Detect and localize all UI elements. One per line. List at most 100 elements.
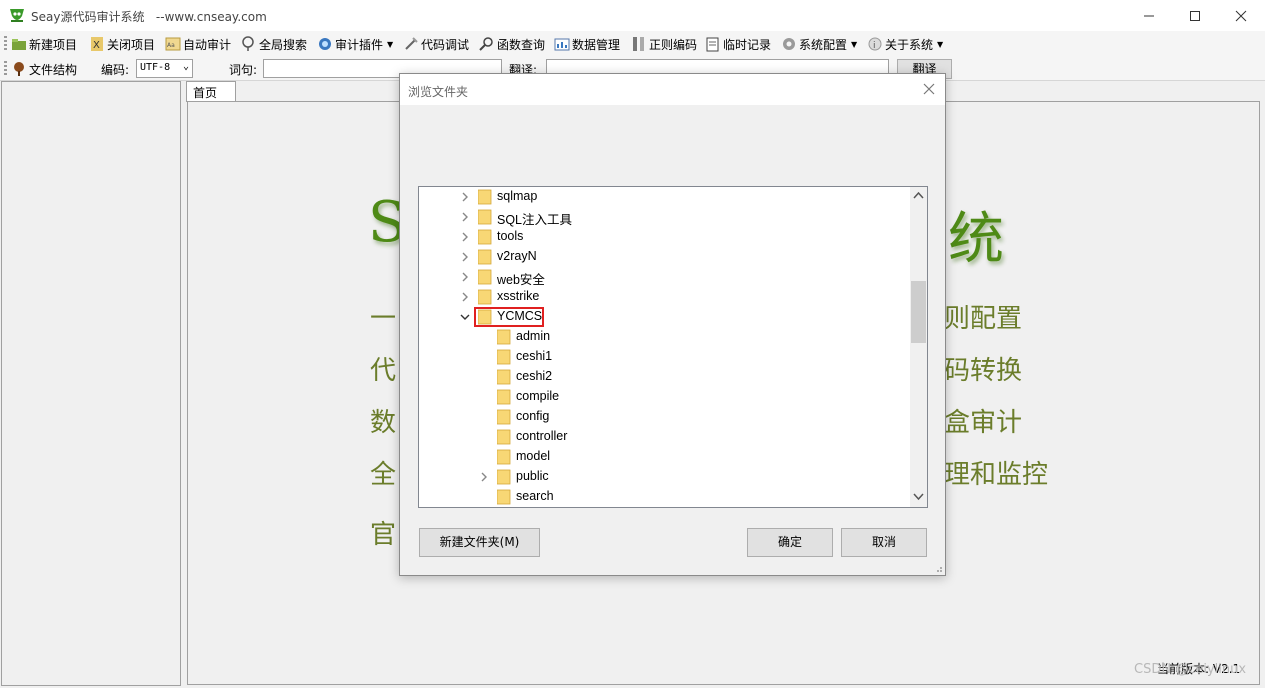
tree-item-label: admin: [516, 329, 551, 343]
cancel-button[interactable]: 取消: [841, 528, 927, 557]
minimize-button[interactable]: [1126, 0, 1172, 31]
folder-icon: [497, 349, 511, 365]
tree-item[interactable]: v2rayN: [419, 247, 911, 267]
tree-item[interactable]: SQL注入工具: [419, 207, 911, 227]
close-project-button[interactable]: X 关闭项目: [89, 34, 155, 54]
temp-record-button[interactable]: 临时记录: [705, 34, 771, 54]
watermark: CSDN @ceiylinux: [1134, 662, 1247, 677]
regex-encode-label: 正则编码: [649, 37, 698, 52]
feature-line-1-right: 则配置: [944, 304, 1023, 334]
title-right-fragment: 统: [948, 207, 1004, 272]
file-structure-label: 文件结构: [29, 62, 78, 77]
audit-plugins-label: 审计插件: [335, 37, 384, 52]
tree-item[interactable]: YCMCS: [419, 307, 911, 327]
scroll-down-icon[interactable]: [913, 493, 924, 501]
new-folder-button[interactable]: 新建文件夹(M): [419, 528, 540, 557]
folder-icon: [478, 289, 492, 305]
tree-item[interactable]: xsstrike: [419, 287, 911, 307]
tree-item-label: v2rayN: [497, 249, 537, 263]
gear-icon: [783, 38, 795, 50]
toolbar-grip[interactable]: [4, 36, 7, 52]
tree-item-label: config: [516, 409, 550, 423]
new-project-button[interactable]: 新建项目: [11, 34, 77, 54]
tree-item[interactable]: ceshi1: [419, 347, 911, 367]
tree-item-label: sqlmap: [497, 189, 538, 203]
tree-item[interactable]: web安全: [419, 267, 911, 287]
collapsed-chevron-icon[interactable]: [459, 191, 471, 203]
about-system-menu[interactable]: i 关于系统 ▼: [867, 34, 943, 54]
regex-encode-icon: [633, 37, 644, 51]
data-management-label: 数据管理: [572, 37, 621, 52]
folder-icon: [478, 269, 492, 285]
feature-line-3-left: 数: [370, 408, 397, 438]
folder-icon: [497, 409, 511, 425]
tree-item[interactable]: controller: [419, 427, 911, 447]
encoding-label: 编码:: [101, 63, 130, 77]
file-structure-panel[interactable]: [1, 81, 181, 686]
global-search-icon: [242, 36, 254, 51]
function-query-button[interactable]: 函数查询: [479, 34, 545, 54]
folder-icon: [497, 329, 511, 345]
feature-line-4-right: 理和监控: [944, 460, 1049, 490]
auto-audit-button[interactable]: Aa 自动审计: [165, 34, 231, 54]
tree-item-label: compile: [516, 389, 560, 403]
collapsed-chevron-icon[interactable]: [459, 271, 471, 283]
tree-item[interactable]: tools: [419, 227, 911, 247]
about-icon: i: [868, 37, 882, 51]
collapsed-chevron-icon[interactable]: [459, 251, 471, 263]
folder-icon: [497, 489, 511, 505]
file-structure-button[interactable]: 文件结构: [11, 59, 77, 79]
tree-item-label: public: [516, 469, 549, 483]
tab-home[interactable]: 首页: [186, 81, 236, 102]
collapsed-chevron-icon[interactable]: [478, 471, 490, 483]
tree-item-label: SQL注入工具: [497, 213, 573, 227]
collapsed-chevron-icon[interactable]: [459, 211, 471, 223]
toolbar-grip[interactable]: [4, 61, 7, 77]
regex-encode-button[interactable]: 正则编码: [631, 34, 697, 54]
feature-line-2-left: 代: [370, 356, 397, 386]
tree-item-label: web安全: [497, 273, 545, 287]
tree-item[interactable]: sqlmap: [419, 187, 911, 207]
window-titlebar: Seay源代码审计系统 --www.cnseay.com: [0, 0, 1265, 31]
folder-tree[interactable]: sqlmap SQL注入工具 tools v2rayN web安全 xsstrike YCM…: [418, 186, 928, 508]
dialog-titlebar: 浏览文件夹: [400, 74, 945, 105]
maximize-button[interactable]: [1172, 0, 1218, 31]
system-config-menu[interactable]: 系统配置 ▼: [781, 34, 857, 54]
code-debug-button[interactable]: 代码调试: [403, 34, 469, 54]
maximize-icon: [1190, 10, 1200, 21]
about-system-label: 关于系统: [885, 37, 934, 52]
tree-item[interactable]: model: [419, 447, 911, 467]
word-label: 词句:: [229, 63, 258, 77]
notepad-icon: [706, 37, 719, 52]
tree-item[interactable]: compile: [419, 387, 911, 407]
scrollbar-thumb[interactable]: [911, 281, 926, 343]
tree-item[interactable]: admin: [419, 327, 911, 347]
global-search-button[interactable]: 全局搜索: [241, 34, 307, 54]
tree-item-label: tools: [497, 229, 524, 243]
dialog-close-button[interactable]: [921, 81, 937, 97]
dropdown-arrow-icon: ▼: [387, 39, 394, 49]
tree-item[interactable]: ceshi2: [419, 367, 911, 387]
chevron-down-icon: ⌄: [182, 61, 189, 72]
function-query-label: 函数查询: [497, 37, 546, 52]
audit-plugins-menu[interactable]: 审计插件 ▼: [317, 34, 393, 54]
feature-line-5-left: 官: [370, 520, 397, 550]
tree-item[interactable]: public: [419, 467, 911, 487]
code-debug-label: 代码调试: [421, 37, 470, 52]
resize-grip-icon[interactable]: [933, 563, 943, 573]
tree-scrollbar[interactable]: [910, 187, 927, 507]
temp-record-label: 临时记录: [723, 37, 772, 52]
expanded-chevron-icon[interactable]: [459, 311, 471, 323]
ok-button[interactable]: 确定: [747, 528, 833, 557]
tree-item[interactable]: search: [419, 487, 911, 507]
data-management-button[interactable]: 数据管理: [554, 34, 620, 54]
encoding-select[interactable]: UTF-8 ⌄: [136, 59, 193, 78]
collapsed-chevron-icon[interactable]: [459, 291, 471, 303]
collapsed-chevron-icon[interactable]: [459, 231, 471, 243]
tree-item-label: search: [516, 489, 554, 503]
tree-item[interactable]: config: [419, 407, 911, 427]
main-toolbar: 新建项目 X 关闭项目 Aa 自动审计 全局搜索 审计插件 ▼ 代码调试 函数查…: [0, 31, 1265, 57]
scroll-up-icon[interactable]: [913, 191, 924, 199]
close-project-label: 关闭项目: [107, 37, 156, 52]
close-button[interactable]: [1218, 0, 1264, 31]
